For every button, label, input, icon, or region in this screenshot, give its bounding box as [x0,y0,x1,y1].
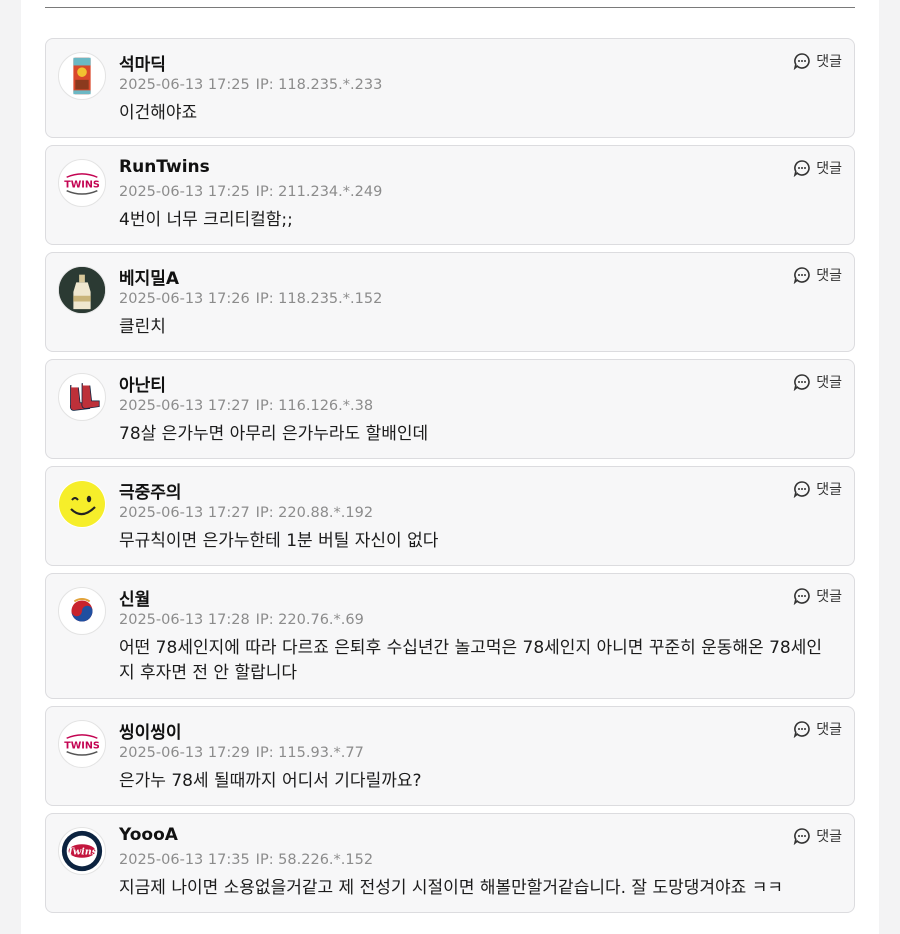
comment-date: 2025-06-13 17:25 [119,77,250,93]
red-sox-icon [69,382,100,411]
reply-label: 댓글 [816,268,842,284]
comment-item: 베지밀A 2025-06-13 17:26 IP: 118.235.*.152 클… [45,252,855,352]
minnesota-twins-text: Twins [67,846,98,857]
comment-date: 2025-06-13 17:27 [119,398,250,414]
comment-text: 무규칙이면 은가누한테 1분 버틸 자신이 없다 [119,531,439,551]
speech-bubble-icon [793,374,811,391]
speech-bubble-icon [793,721,811,738]
comment-text: 어떤 78세인지에 따라 다르죠 은퇴후 수십년간 놀고먹은 78세인지 아니면… [119,638,823,683]
winking-smiley-icon [59,481,105,527]
comment-ip: IP: 115.93.*.77 [255,745,364,761]
comment-date: 2025-06-13 17:27 [119,505,250,521]
red-sox-avatar-icon[interactable] [58,373,106,421]
lg-twins-logo-avatar-icon[interactable]: TWINS [58,720,106,768]
milk-bottle-avatar-icon[interactable] [58,266,106,314]
snack-bag-icon [73,57,91,95]
snack-bag-avatar-icon[interactable] [58,52,106,100]
lg-twins-logo-avatar-icon[interactable]: TWINS [58,159,106,207]
comment-date: 2025-06-13 17:35 [119,852,250,868]
minnesota-twins-avatar-icon[interactable]: Twins [58,827,106,875]
comment-date: 2025-06-13 17:29 [119,745,250,761]
comment-meta: 2025-06-13 17:27 IP: 116.126.*.38 [119,398,373,414]
comment-text: 이건해야죠 [119,103,198,123]
minnesota-twins-icon: Twins [61,830,103,872]
comment-ip: IP: 58.226.*.152 [255,852,374,868]
comment-meta: 2025-06-13 17:26 IP: 118.235.*.152 [119,291,382,307]
comment-ip: IP: 220.88.*.192 [255,505,374,521]
reply-label: 댓글 [816,829,842,845]
speech-bubble-icon [793,828,811,845]
comment-ip: IP: 118.235.*.152 [255,291,383,307]
reply-button[interactable]: 댓글 [793,826,842,846]
section-divider [45,7,855,8]
reply-button[interactable]: 댓글 [793,265,842,285]
comment-text: 지금제 나이면 소용없을거같고 제 전성기 시절이면 해볼만할거같습니다. 잘 … [119,878,783,898]
reply-button[interactable]: 댓글 [793,158,842,178]
milk-bottle-icon [59,267,105,313]
comment-nickname[interactable]: 석마딕 [119,50,166,75]
speech-bubble-icon [793,53,811,70]
reply-label: 댓글 [816,161,842,177]
comment-item: 아난티 2025-06-13 17:27 IP: 116.126.*.38 78살… [45,359,855,459]
comment-nickname[interactable]: RunTwins [119,157,210,177]
comment-meta: 2025-06-13 17:27 IP: 220.88.*.192 [119,505,373,521]
comment-date: 2025-06-13 17:26 [119,291,250,307]
reply-label: 댓글 [816,589,842,605]
swirl-emblem-icon [71,598,93,622]
comment-ip: IP: 116.126.*.38 [255,398,374,414]
reply-button[interactable]: 댓글 [793,479,842,499]
speech-bubble-icon [793,267,811,284]
comment-ip: IP: 211.234.*.249 [255,184,383,200]
comment-item: Twins YoooA 2025-06-13 17:35 IP: 58.226.*… [45,813,855,913]
comment-meta: 2025-06-13 17:25 IP: 211.234.*.249 [119,184,382,200]
comment-item: TWINS 씽이씽이 2025-06-13 17:29 IP: 115.93.*.… [45,706,855,806]
comment-text: 은가누 78세 될때까지 어디서 기다릴까요? [119,771,422,791]
comment-text: 클린치 [119,317,166,337]
comment-ip: IP: 220.76.*.69 [255,612,364,628]
comment-ip: IP: 118.235.*.233 [255,77,383,93]
comment-meta: 2025-06-13 17:28 IP: 220.76.*.69 [119,612,364,628]
comment-text: 4번이 너무 크리티컬함;; [119,210,293,230]
swirl-emblem-avatar-icon[interactable] [58,587,106,635]
reply-button[interactable]: 댓글 [793,51,842,71]
comment-date: 2025-06-13 17:25 [119,184,250,200]
comment-nickname[interactable]: 아난티 [119,371,166,396]
comment-nickname[interactable]: YoooA [119,825,178,845]
comment-item: 신월 2025-06-13 17:28 IP: 220.76.*.69 어떤 78… [45,573,855,699]
comment-nickname[interactable]: 극중주의 [119,478,182,503]
comment-nickname[interactable]: 신월 [119,585,150,610]
winking-smiley-avatar-icon[interactable] [58,480,106,528]
twins-logo-text: TWINS [64,179,100,190]
twins-logo-text: TWINS [64,740,100,751]
comment-item: 석마딕 2025-06-13 17:25 IP: 118.235.*.233 이건… [45,38,855,138]
speech-bubble-icon [793,160,811,177]
twins-logo-icon: TWINS [64,173,100,195]
comment-item: TWINS RunTwins 2025-06-13 17:25 IP: 211.2… [45,145,855,245]
comment-meta: 2025-06-13 17:25 IP: 118.235.*.233 [119,77,382,93]
comment-date: 2025-06-13 17:28 [119,612,250,628]
reply-button[interactable]: 댓글 [793,372,842,392]
twins-logo-icon: TWINS [64,734,100,756]
reply-label: 댓글 [816,375,842,391]
speech-bubble-icon [793,481,811,498]
comment-nickname[interactable]: 씽이씽이 [119,718,182,743]
comment-nickname[interactable]: 베지밀A [119,264,179,289]
comment-meta: 2025-06-13 17:29 IP: 115.93.*.77 [119,745,364,761]
reply-button[interactable]: 댓글 [793,719,842,739]
reply-label: 댓글 [816,54,842,70]
comment-meta: 2025-06-13 17:35 IP: 58.226.*.152 [119,852,373,868]
reply-label: 댓글 [816,722,842,738]
comment-item: 극중주의 2025-06-13 17:27 IP: 220.88.*.192 무규… [45,466,855,566]
comment-text: 78살 은가누면 아무리 은가누라도 할배인데 [119,424,429,444]
speech-bubble-icon [793,588,811,605]
reply-button[interactable]: 댓글 [793,586,842,606]
reply-label: 댓글 [816,482,842,498]
